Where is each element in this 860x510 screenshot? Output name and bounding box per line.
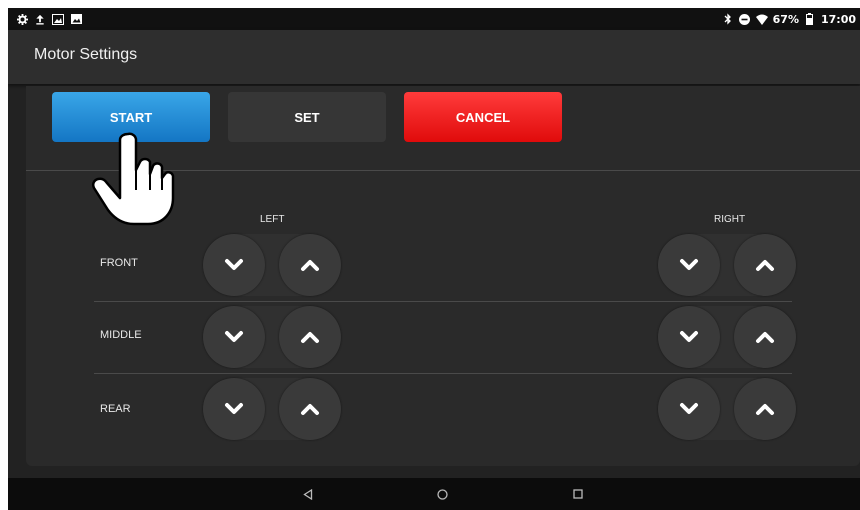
cancel-button[interactable]: CANCEL <box>404 92 562 142</box>
chevron-up-icon <box>301 404 319 415</box>
battery-percent: 67% <box>772 12 799 26</box>
row-label-front: FRONT <box>100 257 138 269</box>
middle-right-down-button[interactable] <box>658 306 720 368</box>
chevron-down-icon <box>680 403 698 414</box>
clock: 17:00 <box>820 12 856 26</box>
header-divider <box>26 170 860 171</box>
rear-left-up-button[interactable] <box>279 378 341 440</box>
middle-left-up-button[interactable] <box>279 306 341 368</box>
battery-icon <box>804 13 816 25</box>
middle-left-down-button[interactable] <box>203 306 265 368</box>
chevron-up-icon <box>756 404 774 415</box>
navigation-bar <box>8 478 860 510</box>
page-title: Motor Settings <box>34 46 138 63</box>
row-divider <box>94 373 792 374</box>
chevron-down-icon <box>225 259 243 270</box>
chevron-up-icon <box>301 332 319 343</box>
home-icon[interactable] <box>434 486 450 502</box>
settings-icon <box>16 13 28 25</box>
front-right-down-button[interactable] <box>658 234 720 296</box>
front-left-controls <box>203 234 341 296</box>
rear-left-controls <box>203 378 341 440</box>
rear-right-controls <box>658 378 796 440</box>
row-divider <box>94 301 792 302</box>
front-right-up-button[interactable] <box>734 234 796 296</box>
chevron-up-icon <box>756 260 774 271</box>
recents-icon[interactable] <box>570 486 586 502</box>
middle-right-controls <box>658 306 796 368</box>
gallery-icon <box>52 13 64 25</box>
motor-settings-panel: START SET CANCEL LEFT RIGHT FRONT MIDDLE <box>26 86 860 466</box>
back-icon[interactable] <box>300 486 316 502</box>
right-column-label: RIGHT <box>714 214 746 225</box>
front-left-up-button[interactable] <box>279 234 341 296</box>
middle-right-up-button[interactable] <box>734 306 796 368</box>
row-label-middle: MIDDLE <box>100 329 142 341</box>
chevron-up-icon <box>301 260 319 271</box>
start-button[interactable]: START <box>52 92 210 142</box>
front-right-controls <box>658 234 796 296</box>
wifi-icon <box>755 13 768 25</box>
rear-left-down-button[interactable] <box>203 378 265 440</box>
left-column-label: LEFT <box>260 214 285 225</box>
chevron-down-icon <box>680 259 698 270</box>
tablet-screen: 67% 17:00 Motor Settings START SET CANCE… <box>8 8 860 510</box>
image-icon <box>70 13 82 25</box>
do-not-disturb-icon <box>739 13 751 25</box>
status-bar: 67% 17:00 <box>8 8 860 30</box>
chevron-down-icon <box>225 403 243 414</box>
middle-left-controls <box>203 306 341 368</box>
app-bar: Motor Settings <box>8 30 860 84</box>
front-left-down-button[interactable] <box>203 234 265 296</box>
rear-right-up-button[interactable] <box>734 378 796 440</box>
chevron-down-icon <box>225 331 243 342</box>
set-button[interactable]: SET <box>228 92 386 142</box>
upload-icon <box>34 13 46 25</box>
chevron-up-icon <box>756 332 774 343</box>
bluetooth-icon <box>722 13 734 25</box>
row-label-rear: REAR <box>100 403 131 415</box>
rear-right-down-button[interactable] <box>658 378 720 440</box>
chevron-down-icon <box>680 331 698 342</box>
